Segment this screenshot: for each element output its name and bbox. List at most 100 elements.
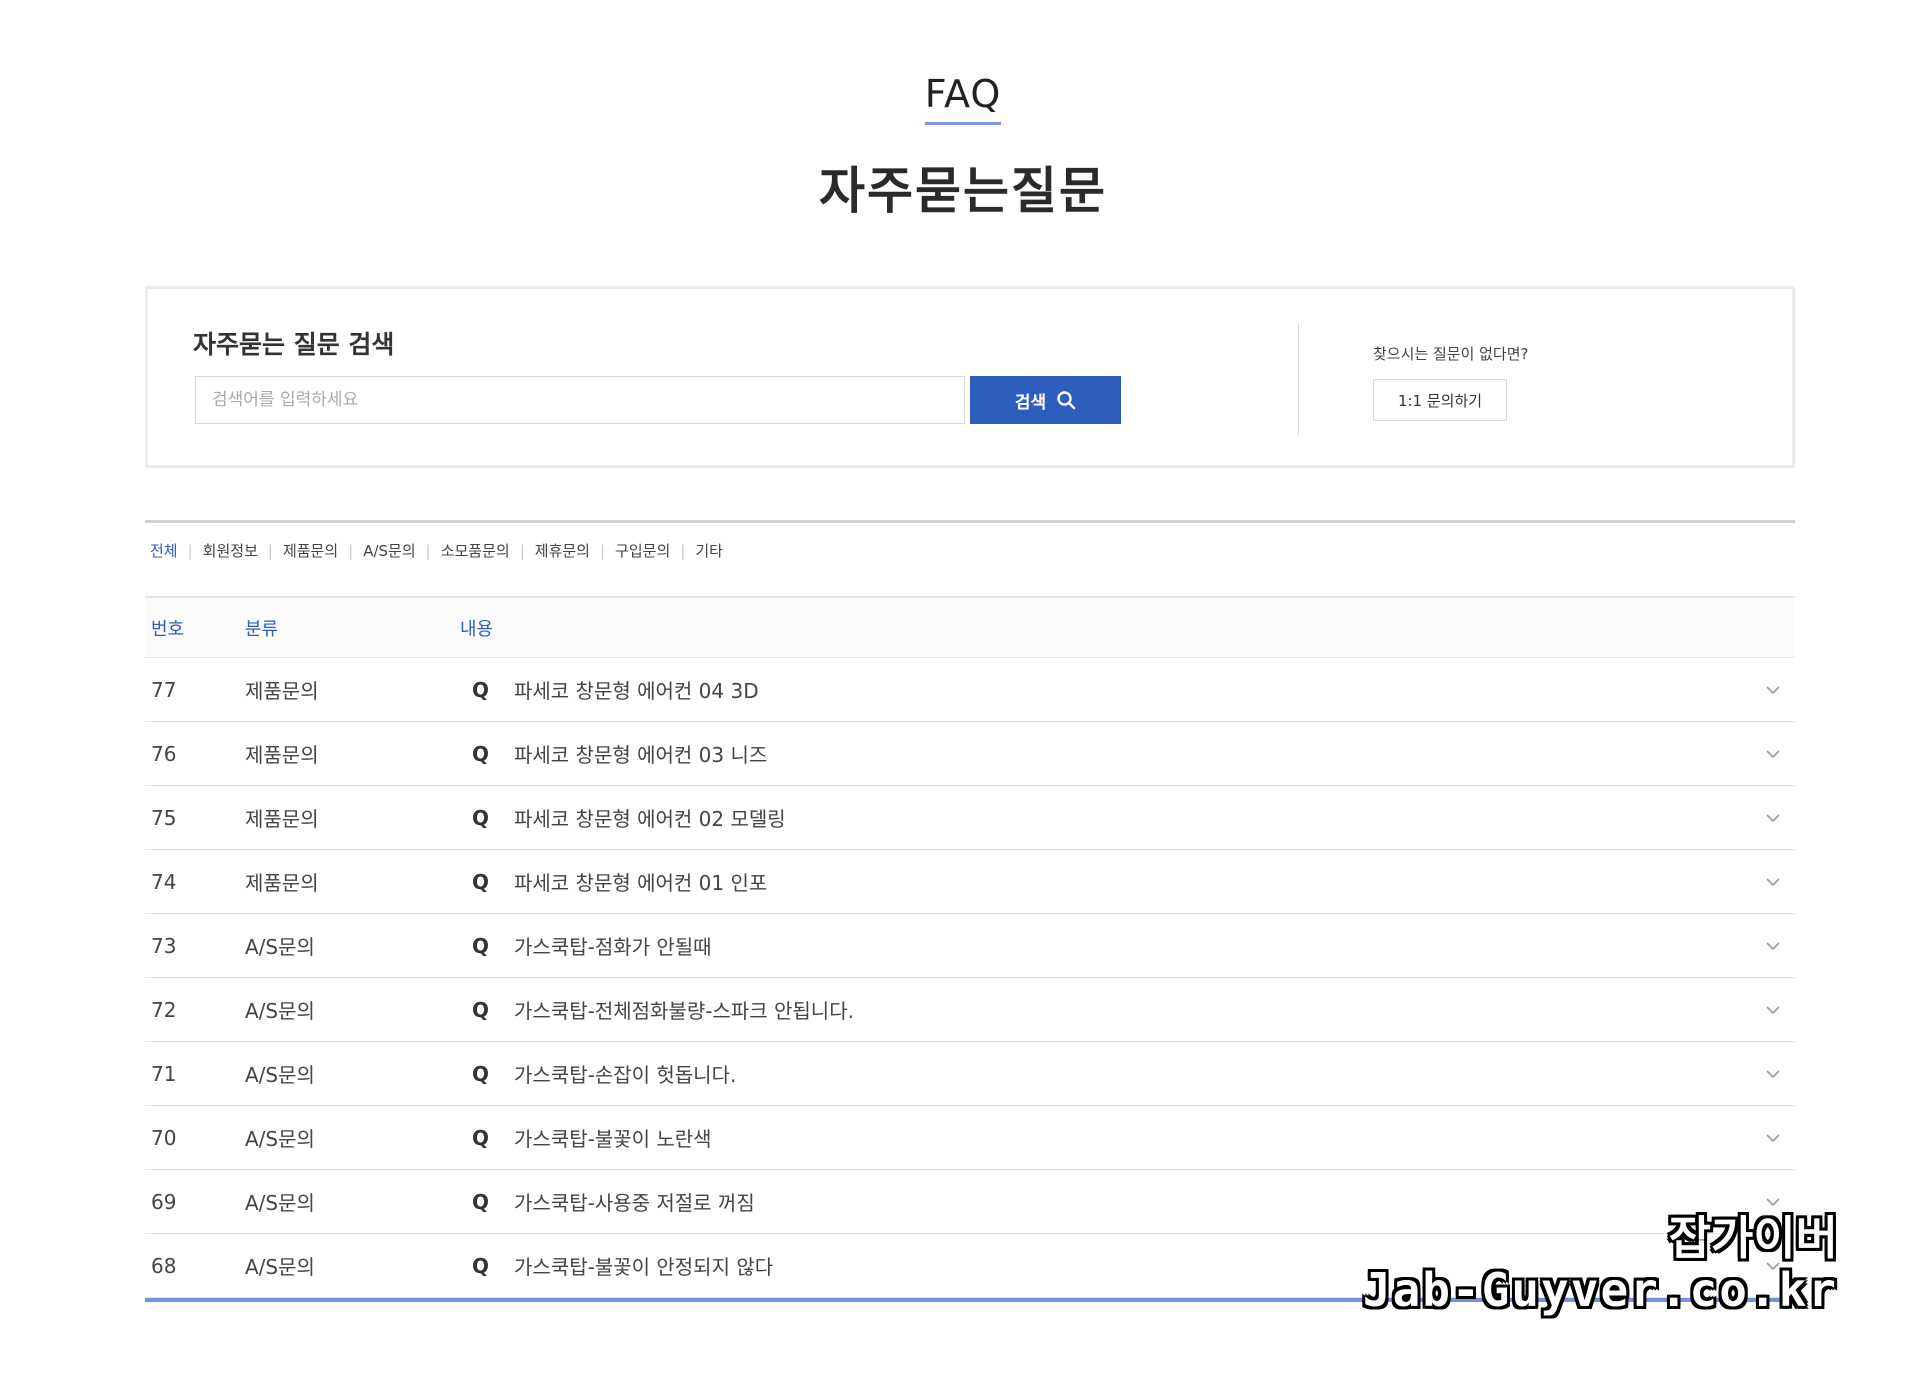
row-number: 71 xyxy=(151,1061,177,1086)
chevron-down-icon[interactable] xyxy=(1753,808,1793,828)
chevron-down-icon[interactable] xyxy=(1753,1128,1793,1148)
row-content: Q 가스쿡탑-불꽃이 안정되지 않다 xyxy=(460,1251,1753,1280)
search-input[interactable] xyxy=(195,376,965,424)
faq-row[interactable]: 72 A/S문의 Q 가스쿡탑-전체점화불량-스파크 안됩니다. xyxy=(145,978,1795,1042)
row-question: 가스쿡탑-불꽃이 노란색 xyxy=(514,1127,712,1151)
question-mark: Q xyxy=(472,933,490,958)
row-content: Q 가스쿡탑-전체점화불량-스파크 안됩니다. xyxy=(460,995,1753,1024)
tab-separator: | xyxy=(425,541,431,560)
search-button[interactable]: 검색 xyxy=(970,376,1121,424)
tab-separator: | xyxy=(519,541,525,560)
chevron-down-icon[interactable] xyxy=(1753,872,1793,892)
category-tab[interactable]: A/S문의 xyxy=(363,540,415,561)
question-mark: Q xyxy=(472,1061,490,1086)
row-content: Q 파세코 창문형 에어컨 03 니즈 xyxy=(460,739,1753,768)
question-mark: Q xyxy=(472,1253,490,1278)
row-category: 제품문의 xyxy=(245,743,319,767)
faq-row[interactable]: 70 A/S문의 Q 가스쿡탑-불꽃이 노란색 xyxy=(145,1106,1795,1170)
page-header: FAQ 자주묻는질문 xyxy=(0,72,1926,223)
row-number: 77 xyxy=(151,677,177,702)
faq-row[interactable]: 77 제품문의 Q 파세코 창문형 에어컨 04 3D xyxy=(145,658,1795,722)
chevron-down-icon[interactable] xyxy=(1753,1192,1793,1212)
row-question: 가스쿡탑-전체점화불량-스파크 안됩니다. xyxy=(514,999,854,1023)
table-header: 번호 분류 내용 xyxy=(145,596,1795,658)
faq-page: FAQ 자주묻는질문 자주묻는 질문 검색 검색 찾으시는 질문이 없다면? 1… xyxy=(0,0,1926,1393)
header-content: 내용 xyxy=(460,618,494,640)
faq-row[interactable]: 69 A/S문의 Q 가스쿡탑-사용중 저절로 꺼짐 xyxy=(145,1170,1795,1234)
row-number: 74 xyxy=(151,869,177,894)
tab-separator: | xyxy=(348,541,354,560)
row-category: 제품문의 xyxy=(245,871,319,895)
faq-search-panel: 자주묻는 질문 검색 검색 찾으시는 질문이 없다면? 1:1 문의하기 xyxy=(145,286,1795,468)
faq-table: 번호 분류 내용 77 제품문의 Q 파세코 창문형 에어컨 04 3D 76 제품문의 Q… xyxy=(145,596,1795,1302)
row-question: 파세코 창문형 에어컨 04 3D xyxy=(514,679,759,703)
chevron-down-icon[interactable] xyxy=(1753,1256,1793,1276)
row-number: 70 xyxy=(151,1125,177,1150)
question-mark: Q xyxy=(472,805,490,830)
chevron-down-icon[interactable] xyxy=(1753,1000,1793,1020)
row-category: A/S문의 xyxy=(245,1127,315,1151)
row-question: 파세코 창문형 에어컨 01 인포 xyxy=(514,871,768,895)
row-category: A/S문의 xyxy=(245,1255,315,1279)
row-content: Q 가스쿡탑-사용중 저절로 꺼짐 xyxy=(460,1187,1753,1216)
row-content: Q 가스쿡탑-손잡이 헛돕니다. xyxy=(460,1059,1753,1088)
row-category: 제품문의 xyxy=(245,679,319,703)
row-question: 가스쿡탑-점화가 안될때 xyxy=(514,935,712,959)
category-tabs: 전체 | 회원정보 | 제품문의 | A/S문의 | 소모품문의 | 제휴문의 | 구입문의 | 기타 xyxy=(150,540,723,561)
chevron-down-icon[interactable] xyxy=(1753,1064,1793,1084)
faq-row[interactable]: 71 A/S문의 Q 가스쿡탑-손잡이 헛돕니다. xyxy=(145,1042,1795,1106)
row-question: 파세코 창문형 에어컨 03 니즈 xyxy=(514,743,768,767)
row-content: Q 가스쿡탑-불꽃이 노란색 xyxy=(460,1123,1753,1152)
category-tab[interactable]: 소모품문의 xyxy=(441,540,510,561)
tab-separator: | xyxy=(267,541,273,560)
row-number: 73 xyxy=(151,933,177,958)
category-tab[interactable]: 구입문의 xyxy=(615,540,670,561)
question-mark: Q xyxy=(472,997,490,1022)
header-category: 분류 xyxy=(245,618,279,640)
search-heading: 자주묻는 질문 검색 xyxy=(193,330,395,359)
category-tab[interactable]: 전체 xyxy=(150,540,178,561)
row-number: 76 xyxy=(151,741,177,766)
category-tab[interactable]: 회원정보 xyxy=(203,540,258,561)
row-question: 가스쿡탑-손잡이 헛돕니다. xyxy=(514,1063,737,1087)
faq-row[interactable]: 76 제품문의 Q 파세코 창문형 에어컨 03 니즈 xyxy=(145,722,1795,786)
search-button-label: 검색 xyxy=(1014,392,1047,413)
faq-row[interactable]: 75 제품문의 Q 파세코 창문형 에어컨 02 모델링 xyxy=(145,786,1795,850)
question-mark: Q xyxy=(472,677,490,702)
panel-divider xyxy=(1298,323,1299,435)
no-question-text: 찾으시는 질문이 없다면? xyxy=(1373,345,1529,363)
category-tab[interactable]: 제휴문의 xyxy=(535,540,590,561)
row-number: 68 xyxy=(151,1253,177,1278)
one-to-one-inquiry-button[interactable]: 1:1 문의하기 xyxy=(1373,379,1507,421)
question-mark: Q xyxy=(472,1125,490,1150)
row-question: 가스쿡탑-사용중 저절로 꺼짐 xyxy=(514,1191,755,1215)
row-content: Q 파세코 창문형 에어컨 02 모델링 xyxy=(460,803,1753,832)
row-content: Q 가스쿡탑-점화가 안될때 xyxy=(460,931,1753,960)
row-category: A/S문의 xyxy=(245,1063,315,1087)
tabs-divider xyxy=(145,520,1795,523)
row-number: 75 xyxy=(151,805,177,830)
row-question: 가스쿡탑-불꽃이 안정되지 않다 xyxy=(514,1255,774,1279)
row-number: 69 xyxy=(151,1189,177,1214)
faq-row[interactable]: 73 A/S문의 Q 가스쿡탑-점화가 안될때 xyxy=(145,914,1795,978)
row-category: 제품문의 xyxy=(245,807,319,831)
faq-row[interactable]: 68 A/S문의 Q 가스쿡탑-불꽃이 안정되지 않다 xyxy=(145,1234,1795,1298)
chevron-down-icon[interactable] xyxy=(1753,936,1793,956)
row-category: A/S문의 xyxy=(245,935,315,959)
row-category: A/S문의 xyxy=(245,999,315,1023)
chevron-down-icon[interactable] xyxy=(1753,744,1793,764)
tab-separator: | xyxy=(599,541,606,560)
chevron-down-icon[interactable] xyxy=(1753,680,1793,700)
row-content: Q 파세코 창문형 에어컨 01 인포 xyxy=(460,867,1753,896)
row-content: Q 파세코 창문형 에어컨 04 3D xyxy=(460,675,1753,704)
category-tab[interactable]: 기타 xyxy=(695,540,723,561)
table-bottom-line xyxy=(145,1298,1795,1302)
tab-separator: | xyxy=(187,541,193,560)
question-mark: Q xyxy=(472,869,490,894)
row-question: 파세코 창문형 에어컨 02 모델링 xyxy=(514,807,786,831)
row-category: A/S문의 xyxy=(245,1191,315,1215)
table-body: 77 제품문의 Q 파세코 창문형 에어컨 04 3D 76 제품문의 Q 파세코 창문형 에… xyxy=(145,658,1795,1298)
category-tab[interactable]: 제품문의 xyxy=(283,540,338,561)
search-icon xyxy=(1057,391,1076,410)
faq-row[interactable]: 74 제품문의 Q 파세코 창문형 에어컨 01 인포 xyxy=(145,850,1795,914)
